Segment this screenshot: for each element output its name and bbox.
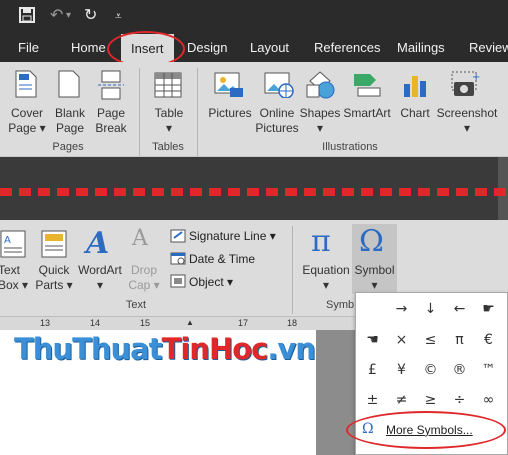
tab-file[interactable]: File [18, 40, 39, 55]
tab-references[interactable]: References [314, 40, 380, 55]
ribbon-insert-top: Cover Page ▾ Blank Page Page Break Pages… [0, 62, 508, 157]
quick-access-toolbar: ↶ ▾ ↻ ⩡ [0, 0, 508, 34]
symbol-cell[interactable]: ¥ [387, 356, 416, 385]
page-break-icon [98, 70, 124, 103]
equation-icon: π [311, 224, 331, 259]
svg-text:+: + [472, 72, 480, 83]
group-label-text: Text [125, 299, 147, 311]
watermark-part2: TinHoc [161, 332, 269, 366]
signature-line-button[interactable]: Signature Line ▾ [189, 229, 276, 243]
drop-cap-button[interactable]: Drop Cap ▾ [126, 263, 162, 293]
ruler-mark: 13 [40, 318, 51, 328]
watermark-part3: .vn [267, 332, 316, 366]
group-label-pages: Pages [52, 141, 84, 153]
dashed-divider [0, 188, 508, 196]
save-icon[interactable] [19, 7, 35, 28]
symbol-cell[interactable]: € [474, 326, 503, 355]
symbol-cell[interactable]: ☚ [358, 326, 387, 355]
tab-layout[interactable]: Layout [250, 40, 289, 55]
symbol-cell[interactable]: ≤ [416, 326, 445, 355]
table-button[interactable]: Table ▾ [150, 106, 188, 136]
symbol-cell[interactable]: ± [358, 386, 387, 415]
separator [292, 226, 293, 314]
symbol-cell[interactable]: → [387, 295, 416, 324]
equation-button[interactable]: Equation ▾ [300, 263, 352, 293]
separator [197, 68, 198, 156]
watermark-logo: ThuThuatTinHoc.vn [14, 332, 316, 366]
tab-review[interactable]: Review [469, 40, 508, 55]
ruler-mark: 18 [287, 318, 298, 328]
online-pictures-icon [264, 72, 294, 101]
customize-qat-icon[interactable]: ⩡ [115, 7, 122, 25]
date-time-button[interactable]: Date & Time [189, 252, 255, 266]
symbol-cell[interactable]: π [445, 326, 474, 355]
svg-text:A: A [4, 235, 11, 246]
symbol-cell[interactable]: ∞ [474, 386, 503, 415]
symbol-button[interactable]: Symbol ▾ [352, 263, 397, 293]
omega-icon: Ω [359, 224, 384, 259]
symbol-cell[interactable]: ☛ [474, 295, 503, 324]
document-page[interactable]: ThuThuatTinHoc.vn [0, 330, 316, 455]
chart-icon [402, 72, 428, 101]
tab-design[interactable]: Design [187, 40, 227, 55]
blank-page-button[interactable]: Blank Page [50, 106, 90, 136]
shapes-icon [304, 70, 336, 103]
group-label-illustrations: Illustrations [322, 141, 378, 153]
smartart-icon [352, 72, 382, 101]
text-box-button[interactable]: Text Box ▾ [0, 263, 30, 293]
chart-button[interactable]: Chart [395, 106, 435, 121]
redo-icon[interactable]: ↻ [84, 7, 97, 25]
ruler-mark: 17 [238, 318, 249, 328]
pictures-button[interactable]: Pictures [206, 106, 254, 121]
shapes-button[interactable]: Shapes ▾ [299, 106, 341, 136]
object-icon [170, 274, 186, 291]
signature-line-icon [170, 229, 186, 246]
symbol-cell[interactable]: ™ [474, 356, 503, 385]
object-button[interactable]: Object ▾ [189, 275, 233, 289]
group-label-tables: Tables [152, 141, 184, 153]
wordart-icon: A [86, 226, 110, 261]
pictures-icon [214, 72, 244, 101]
undo-dropdown-icon[interactable]: ▾ [66, 7, 71, 25]
ruler-mark: 15 [140, 318, 151, 328]
symbol-cell[interactable]: £ [358, 356, 387, 385]
symbol-cell[interactable]: ↓ [416, 295, 445, 324]
symbol-cell[interactable]: ÷ [445, 386, 474, 415]
separator [139, 68, 140, 156]
ruler-indent-marker[interactable]: ▲ [186, 318, 194, 327]
tab-mailings[interactable]: Mailings [397, 40, 445, 55]
watermark-part1: ThuThuat [14, 332, 163, 366]
quick-parts-icon [41, 230, 67, 261]
symbol-cell[interactable]: × [387, 326, 416, 355]
ruler-mark: 14 [90, 318, 101, 328]
more-symbols-highlight [346, 411, 506, 449]
quick-parts-button[interactable]: Quick Parts ▾ [34, 263, 74, 293]
screenshot-button[interactable]: Screenshot ▾ [435, 106, 499, 136]
symbol-cell[interactable]: ← [445, 295, 474, 324]
symbol-cell[interactable]: ® [445, 356, 474, 385]
page-break-button[interactable]: Page Break [92, 106, 130, 136]
table-icon [154, 72, 182, 101]
ribbon-tabs: File Home Insert Design Layout Reference… [0, 34, 508, 62]
wordart-button[interactable]: WordArt ▾ [76, 263, 124, 293]
text-box-icon: A [0, 230, 26, 261]
cover-page-icon [15, 70, 37, 101]
symbol-cell[interactable]: © [416, 356, 445, 385]
online-pictures-button[interactable]: Online Pictures [253, 106, 301, 136]
cover-page-button[interactable]: Cover Page ▾ [6, 106, 48, 136]
smartart-button[interactable]: SmartArt [342, 106, 392, 121]
group-label-symbols: Symb [326, 299, 355, 311]
undo-icon[interactable]: ↶ [50, 7, 63, 25]
screenshot-icon: + [450, 70, 480, 103]
blank-page-icon [58, 70, 80, 101]
tab-home[interactable]: Home [71, 40, 106, 55]
date-time-icon [170, 251, 186, 268]
drop-cap-icon: A [132, 226, 148, 251]
